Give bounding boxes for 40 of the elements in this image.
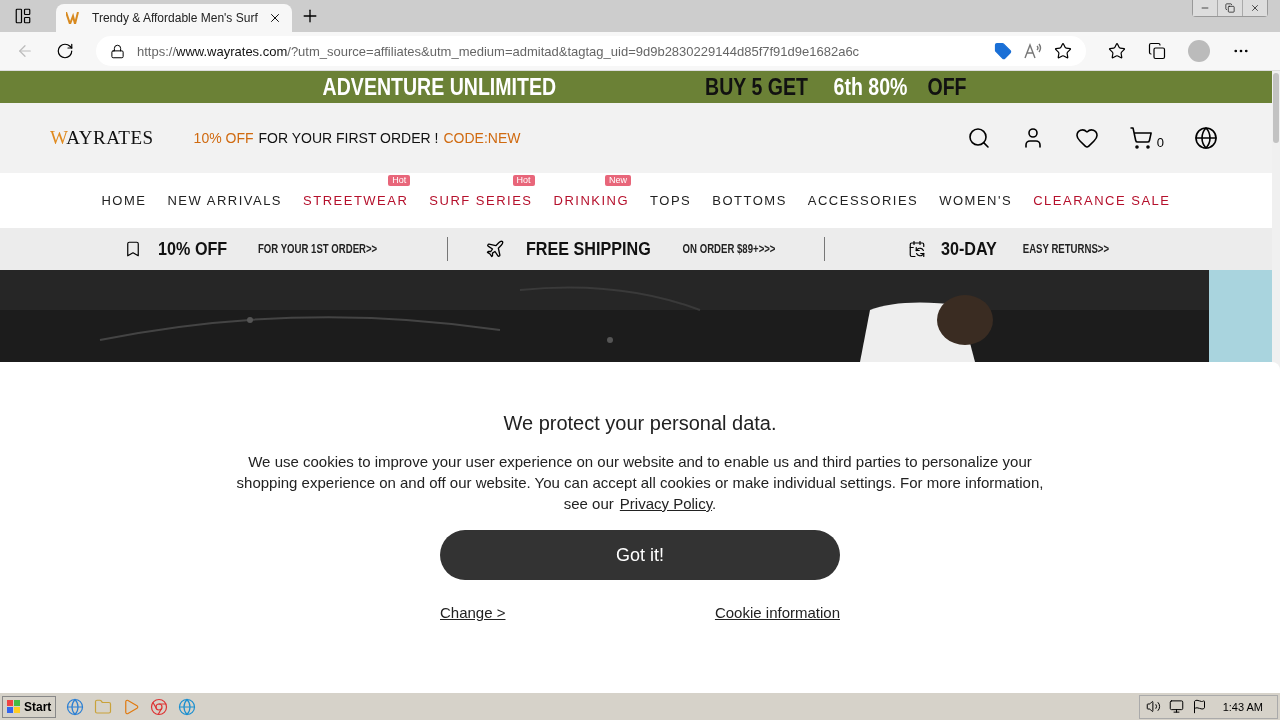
nav-link[interactable]: NEW ARRIVALS [167, 193, 283, 208]
banner-text: BUY 5 GET [705, 73, 809, 101]
promo-text: CODE:NEW [443, 130, 521, 146]
nav-badge: Hot [388, 175, 411, 186]
perk-link[interactable]: FOR YOUR 1ST ORDER>> [258, 242, 378, 256]
perk-link[interactable]: EASY RETURNS>> [1022, 242, 1109, 256]
dialog-link[interactable]: Change > [440, 604, 506, 621]
privacy-policy-link[interactable]: Privacy Policy [619, 495, 713, 512]
clock: 1:43 AM [1222, 700, 1263, 713]
perk-title: FREE SHIPPING [525, 238, 651, 260]
nav-link[interactable]: CLEARANCE SALE [1033, 193, 1171, 208]
logo[interactable]: WAYRATES [50, 127, 154, 149]
address-field[interactable]: https://www.wayrates.com/?utm_source=affiliates&utm_medium=admitad&tagtag_uid=9d9b2830229144d85f7f91d9e1682a6c [96, 36, 1086, 66]
perk-link[interactable]: ON ORDER $89+>>> [682, 242, 776, 256]
dialog-title: We protect your personal data. [503, 412, 777, 435]
promo-text: 10% OFF [193, 130, 254, 146]
start-button[interactable]: Start [2, 695, 57, 718]
banner-text: 6th 80% [833, 73, 908, 101]
nav-link[interactable]: WOMEN'S [939, 193, 1013, 208]
dialog-text: We use cookies to improve your user experience on our website and to enable us and third parties to personalize your shopping experience on and off our website. You can accept all cookies or make individual settings. For more information, see our Privacy Policy. [235, 452, 1045, 514]
dialog-link[interactable]: Cookie information [714, 604, 840, 621]
promo-text: FOR YOUR FIRST ORDER ! [258, 130, 439, 146]
nav-link[interactable]: TOPS [650, 193, 692, 208]
nav-link[interactable]: DRINKING [553, 193, 630, 208]
banner-text: OFF [927, 73, 967, 101]
nav-link[interactable]: SURF SERIES [429, 193, 533, 208]
banner-text: ADVENTURE UNLIMITED [322, 73, 556, 101]
nav-badge: Hot [512, 175, 535, 186]
nav-link[interactable]: BOTTOMS [712, 193, 787, 208]
nav-link[interactable]: ACCESSORIES [807, 193, 919, 208]
perk-title: 10% OFF [158, 238, 228, 260]
tab-title: Trendy & Affordable Men's Surf [92, 11, 258, 25]
accept-button[interactable]: Got it! [440, 530, 840, 580]
nav-badge: New [605, 175, 632, 186]
sentence-period: . [712, 495, 717, 512]
nav-link[interactable]: STREETWEAR [303, 193, 409, 208]
browser-tab[interactable]: Trendy & Affordable Men's Surf [56, 4, 292, 32]
nav-link[interactable]: HOME [101, 193, 147, 208]
perk-title: 30-DAY [940, 238, 997, 260]
cart-count: 0 [1156, 135, 1164, 150]
